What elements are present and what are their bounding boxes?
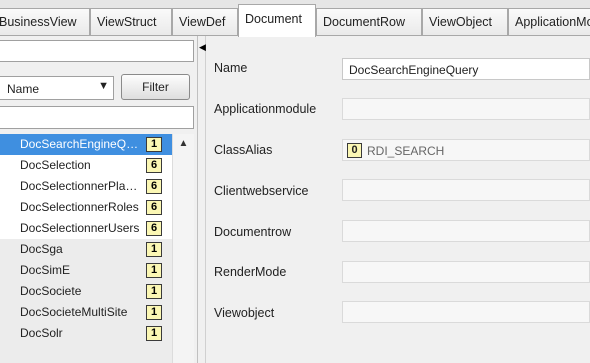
- count-badge: 6: [146, 158, 162, 173]
- applicationmodule-field[interactable]: [342, 98, 590, 120]
- prop-label-viewobject: Viewobject: [214, 306, 275, 320]
- list-item[interactable]: DocSelectionnerPlaces 6: [0, 176, 172, 197]
- list-item[interactable]: DocSociete 1: [0, 281, 172, 302]
- filter-input[interactable]: [0, 106, 194, 129]
- count-badge: 1: [146, 326, 162, 341]
- list-item-name: DocSolr: [20, 326, 63, 340]
- tab-document[interactable]: Document: [238, 4, 316, 37]
- tab-documentrow[interactable]: DocumentRow: [316, 8, 422, 36]
- count-badge: 1: [146, 284, 162, 299]
- list-item-name: DocSimE: [20, 263, 71, 277]
- scroll-up-arrow-icon[interactable]: ▲: [173, 138, 194, 149]
- list-item-name: DocSelectionnerRoles: [20, 200, 139, 214]
- count-badge: 1: [146, 263, 162, 278]
- prop-label-applicationmodule: Applicationmodule: [214, 102, 317, 116]
- count-badge: 6: [146, 179, 162, 194]
- prop-label-clientwebservice: Clientwebservice: [214, 184, 309, 198]
- collapse-left-icon[interactable]: ◀: [199, 42, 206, 53]
- rendermode-field[interactable]: [342, 261, 590, 283]
- clientwebservice-field[interactable]: [342, 179, 590, 201]
- prop-label-rendermode: RenderMode: [214, 265, 287, 279]
- sort-field-combo[interactable]: Name ▼: [0, 76, 114, 100]
- list-item-name: DocSociete: [20, 284, 82, 298]
- list-header-strip: [0, 40, 194, 62]
- count-badge: 1: [146, 305, 162, 320]
- property-grid: Name DocSearchEngineQuery Applicationmod…: [206, 36, 590, 363]
- tab-viewobject[interactable]: ViewObject: [422, 8, 508, 36]
- filter-button[interactable]: Filter: [121, 74, 190, 100]
- editor-tab-strip: BusinessView ViewStruct ViewDef Document Doc…: [0, 0, 590, 37]
- list-item[interactable]: DocSocieteMultiSite 1: [0, 302, 172, 323]
- name-value: DocSearchEngineQuery: [349, 63, 479, 77]
- chevron-down-icon[interactable]: ▼: [98, 80, 109, 92]
- list-item[interactable]: DocSimE 1: [0, 260, 172, 281]
- list-item[interactable]: DocSga 1: [0, 239, 172, 260]
- list-item-name: DocSocieteMultiSite: [20, 305, 128, 319]
- sort-field-label: Name: [7, 82, 40, 96]
- viewobject-field[interactable]: [342, 301, 590, 323]
- list-item[interactable]: DocSelectionnerRoles 6: [0, 197, 172, 218]
- classalias-field[interactable]: 0 RDI_SEARCH: [342, 139, 590, 161]
- list-item-name: DocSelectionnerPlaces: [20, 179, 142, 193]
- tab-businessview[interactable]: BusinessView: [0, 8, 90, 36]
- tab-viewdef[interactable]: ViewDef: [172, 8, 238, 36]
- prop-label-documentrow: Documentrow: [214, 225, 292, 239]
- classalias-value: RDI_SEARCH: [367, 144, 445, 158]
- list-item-name: DocSearchEngineQuery: [20, 137, 142, 151]
- pane-splitter[interactable]: ◀: [198, 36, 206, 363]
- list-item-name: DocSga: [20, 242, 63, 256]
- prop-label-name: Name: [214, 61, 248, 75]
- list-item[interactable]: DocSearchEngineQuery 1: [0, 134, 172, 155]
- list-item[interactable]: DocSelectionnerUsers 6: [0, 218, 172, 239]
- object-listbox[interactable]: DocSearchEngineQuery 1 DocSelection 6 DocSel…: [0, 134, 172, 363]
- list-scrollbar[interactable]: ▲: [172, 134, 194, 363]
- count-badge: 1: [146, 242, 162, 257]
- list-item[interactable]: DocSelection 6: [0, 155, 172, 176]
- list-item[interactable]: DocSolr 1: [0, 323, 172, 344]
- list-item-name: DocSelection: [20, 158, 91, 172]
- count-badge: 6: [146, 221, 162, 236]
- prop-label-classalias: ClassAlias: [214, 143, 273, 157]
- count-badge: 1: [146, 137, 162, 152]
- tab-applicationmodule[interactable]: ApplicationModule: [508, 8, 590, 36]
- classalias-count-badge: 0: [347, 143, 362, 158]
- object-list-pane: Name ▼ Filter DocSearchEngineQuery 1 DocSe…: [0, 36, 198, 363]
- count-badge: 6: [146, 200, 162, 215]
- tab-viewstruct[interactable]: ViewStruct: [90, 8, 172, 36]
- list-item-name: DocSelectionnerUsers: [20, 221, 140, 235]
- documentrow-field[interactable]: [342, 220, 590, 242]
- name-field[interactable]: DocSearchEngineQuery: [342, 58, 590, 80]
